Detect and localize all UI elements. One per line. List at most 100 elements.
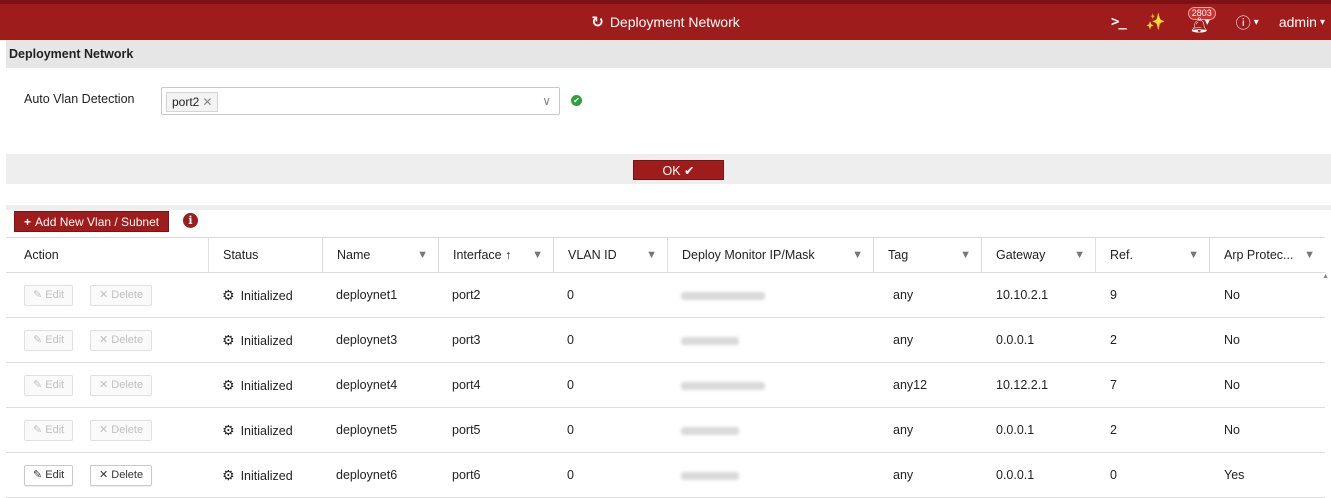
- tag-cell: any: [893, 333, 914, 347]
- table-row[interactable]: ✎ Edit ✕ Delete ⚙ Initialized deploynet3 …: [6, 318, 1325, 363]
- edit-label: Edit: [45, 334, 65, 346]
- redacted-ip-mask: [681, 427, 739, 435]
- help-menu-button[interactable]: ⓘ ▾: [1236, 12, 1259, 33]
- edit-button[interactable]: ✎ Edit: [24, 285, 74, 306]
- delete-label: Delete: [111, 289, 144, 301]
- ok-button-label: OK: [662, 164, 681, 178]
- table-row[interactable]: ✎ Edit ✕ Delete ⚙ Initialized deploynet5 …: [6, 408, 1325, 453]
- column-label: Interface ↑: [453, 248, 512, 262]
- selected-port-chip: port2 ✕: [166, 92, 219, 112]
- edit-button[interactable]: ✎ Edit: [24, 420, 74, 441]
- interface-cell: port5: [452, 423, 481, 437]
- column-label: Deploy Monitor IP/Mask: [682, 248, 815, 262]
- notifications-button[interactable]: 2803 🔔︎ ▾: [1186, 4, 1216, 40]
- delete-button[interactable]: ✕ Delete: [90, 375, 153, 396]
- remove-tag-icon[interactable]: ✕: [202, 95, 212, 109]
- delete-button[interactable]: ✕ Delete: [90, 465, 153, 486]
- scroll-up-icon[interactable]: ▲: [1322, 273, 1329, 280]
- status-text: Initialized: [240, 469, 293, 483]
- delete-label: Delete: [111, 334, 144, 346]
- filter-icon[interactable]: ▼: [417, 238, 428, 273]
- filter-icon[interactable]: ▼: [1304, 238, 1315, 273]
- auto-vlan-port-select[interactable]: port2 ✕ ∨: [161, 87, 560, 115]
- delete-label: Delete: [111, 469, 144, 481]
- name-cell: deploynet5: [336, 423, 398, 437]
- filter-icon[interactable]: ▼: [646, 238, 657, 273]
- filter-icon[interactable]: ▼: [852, 238, 863, 273]
- ok-button[interactable]: OK ✔: [633, 160, 724, 180]
- edit-button[interactable]: ✎ Edit: [24, 465, 74, 486]
- column-label: VLAN ID: [568, 248, 617, 262]
- add-vlan-subnet-label: Add New Vlan / Subnet: [35, 215, 160, 229]
- page-title: Deployment Network: [609, 14, 740, 30]
- check-icon: ✔: [684, 164, 695, 178]
- gear-icon: ⚙: [222, 467, 235, 483]
- top-bar: ↻ Deployment Network >_ ✨ 2803 🔔︎ ▾ ⓘ ▾ a…: [0, 0, 1331, 40]
- spacer: [0, 184, 1331, 206]
- filter-icon[interactable]: ▼: [1188, 238, 1199, 273]
- gateway-cell: 0.0.0.1: [996, 423, 1035, 437]
- filter-icon[interactable]: ▼: [1074, 238, 1085, 273]
- filter-icon[interactable]: ▼: [960, 238, 971, 273]
- filter-icon[interactable]: ▼: [532, 238, 543, 273]
- edit-button[interactable]: ✎ Edit: [24, 375, 74, 396]
- vlan-cell: 0: [567, 333, 574, 347]
- column-header-name[interactable]: Name ▼: [322, 238, 438, 273]
- gateway-cell: 10.12.2.1: [996, 378, 1049, 392]
- auto-vlan-form: Auto Vlan Detection port2 ✕ ∨ ✔: [0, 68, 1331, 154]
- column-header-arp-protection[interactable]: Arp Protec... ▼: [1209, 238, 1325, 273]
- column-header-vlan-id[interactable]: VLAN ID ▼: [553, 238, 667, 273]
- interface-cell: port4: [452, 378, 481, 392]
- refresh-icon[interactable]: ↻: [591, 13, 604, 31]
- table-row[interactable]: ✎ Edit ✕ Delete ⚙ Initialized deploynet4 …: [6, 363, 1325, 408]
- gear-icon: ⚙: [222, 377, 235, 393]
- user-menu-button[interactable]: admin ▾: [1279, 14, 1325, 30]
- arp-cell: No: [1224, 423, 1240, 437]
- info-icon[interactable]: i: [183, 213, 198, 228]
- pencil-icon: ✎: [33, 289, 43, 301]
- delete-button[interactable]: ✕ Delete: [90, 420, 153, 441]
- delete-button[interactable]: ✕ Delete: [90, 330, 153, 351]
- magic-wand-icon[interactable]: ✨: [1146, 12, 1166, 32]
- table-row[interactable]: ✎ Edit ✕ Delete ⚙ Initialized deploynet6 …: [6, 453, 1325, 498]
- status-text: Initialized: [240, 334, 293, 348]
- ref-cell: 0: [1110, 468, 1117, 482]
- table-scrollbar[interactable]: ▲: [1322, 273, 1329, 498]
- column-header-status[interactable]: Status: [208, 238, 308, 273]
- vlan-cell: 0: [567, 378, 574, 392]
- help-icon: ⓘ: [1235, 14, 1251, 32]
- add-vlan-subnet-button[interactable]: + Add New Vlan / Subnet: [14, 211, 170, 232]
- delete-button[interactable]: ✕ Delete: [90, 285, 153, 306]
- arp-cell: No: [1224, 333, 1240, 347]
- delete-label: Delete: [111, 424, 144, 436]
- column-header-tag[interactable]: Tag ▼: [873, 238, 981, 273]
- column-header-deploy-monitor[interactable]: Deploy Monitor IP/Mask ▼: [667, 238, 873, 273]
- redacted-ip-mask: [681, 472, 739, 480]
- edit-button[interactable]: ✎ Edit: [24, 330, 74, 351]
- tag-cell: any12: [893, 378, 928, 392]
- column-header-interface[interactable]: Interface ↑ ▼: [438, 238, 553, 273]
- cli-console-icon[interactable]: >_: [1111, 14, 1127, 30]
- arp-cell: No: [1224, 288, 1240, 302]
- tag-cell: any: [893, 423, 914, 437]
- vlan-cell: 0: [567, 423, 574, 437]
- table-row[interactable]: ✎ Edit ✕ Delete ⚙ Initialized deploynet1 …: [6, 273, 1325, 318]
- status-cell: ⚙ Initialized: [222, 453, 293, 498]
- form-footer: OK ✔: [0, 154, 1331, 184]
- column-header-action: Action: [6, 238, 208, 273]
- gateway-cell: 10.10.2.1: [996, 288, 1049, 302]
- vlan-cell: 0: [567, 288, 574, 302]
- column-header-ref[interactable]: Ref. ▼: [1095, 238, 1209, 273]
- close-icon: ✕: [99, 424, 109, 436]
- tag-cell: any: [893, 288, 914, 302]
- column-header-gateway[interactable]: Gateway ▼: [981, 238, 1095, 273]
- redacted-ip-mask: [681, 337, 739, 345]
- top-tools: >_ ✨ 2803 🔔︎ ▾ ⓘ ▾ admin ▾: [1091, 4, 1325, 40]
- gear-icon: ⚙: [222, 422, 235, 438]
- chevron-down-icon: ▾: [1319, 16, 1325, 28]
- ref-cell: 7: [1110, 378, 1117, 392]
- pencil-icon: ✎: [33, 424, 43, 436]
- table-header: Action Status Name ▼ Interface ↑ ▼ VLAN ID…: [6, 237, 1325, 273]
- edit-label: Edit: [45, 379, 65, 391]
- chevron-down-icon[interactable]: ∨: [542, 94, 551, 108]
